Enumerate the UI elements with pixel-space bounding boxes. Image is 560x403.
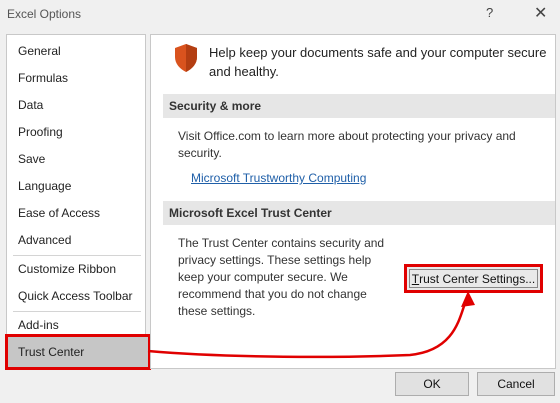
sidebar-item-proofing[interactable]: Proofing: [18, 125, 63, 139]
button-label-rest: rust Center Settings...: [419, 271, 536, 286]
trust-center-settings-label: Trust Center Settings...: [409, 269, 538, 288]
sidebar-item-data[interactable]: Data: [18, 98, 43, 112]
sidebar-divider: [13, 311, 141, 312]
sidebar-item-language[interactable]: Language: [18, 179, 71, 193]
sidebar: General Formulas Data Proofing Save Lang…: [5, 34, 151, 370]
intro-text: Help keep your documents safe and your c…: [209, 45, 547, 79]
sidebar-item-advanced[interactable]: Advanced: [18, 233, 71, 247]
close-button[interactable]: ✕: [534, 3, 547, 23]
sidebar-item-quick-access-toolbar[interactable]: Quick Access Toolbar: [18, 289, 133, 303]
window-title: Excel Options: [7, 7, 82, 21]
cancel-button[interactable]: Cancel: [477, 372, 555, 396]
ok-button[interactable]: OK: [395, 372, 469, 396]
trustworthy-computing-link[interactable]: Microsoft Trustworthy Computing: [191, 171, 366, 185]
shield-icon: [173, 43, 199, 76]
trust-center-heading: Microsoft Excel Trust Center: [163, 201, 555, 225]
security-heading: Security & more: [163, 94, 555, 118]
sidebar-divider: [13, 255, 141, 256]
sidebar-item-general[interactable]: General: [18, 44, 61, 58]
trust-center-text: The Trust Center contains security and p…: [178, 236, 385, 318]
sidebar-item-formulas[interactable]: Formulas: [18, 71, 68, 85]
accelerator-key: T: [411, 271, 420, 286]
trust-center-settings-button[interactable]: Trust Center Settings...: [404, 264, 543, 293]
sidebar-item-save[interactable]: Save: [18, 152, 45, 166]
main-panel: Help keep your documents safe and your c…: [150, 34, 556, 369]
security-text: Visit Office.com to learn more about pro…: [178, 129, 516, 160]
sidebar-item-customize-ribbon[interactable]: Customize Ribbon: [18, 262, 116, 276]
sidebar-item-trust-center[interactable]: Trust Center: [5, 334, 151, 370]
sidebar-item-add-ins[interactable]: Add-ins: [18, 318, 59, 332]
title-bar: Excel Options ? ✕: [0, 0, 560, 32]
sidebar-item-ease-of-access[interactable]: Ease of Access: [18, 206, 100, 220]
help-button[interactable]: ?: [486, 5, 493, 20]
